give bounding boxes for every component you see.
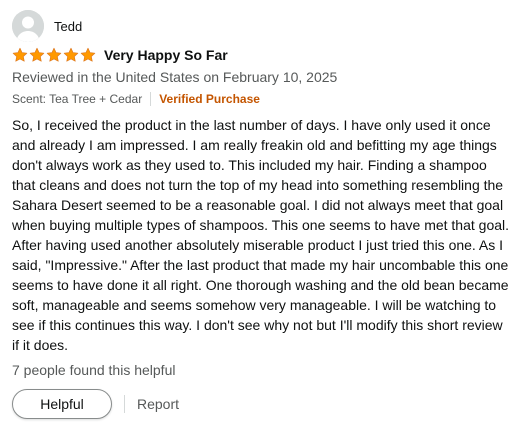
helpful-count: 7 people found this helpful	[12, 362, 176, 378]
default-user-avatar-icon	[12, 10, 44, 42]
review-header: Very Happy So Far	[12, 47, 228, 63]
star-icon	[12, 47, 28, 62]
star-icon	[29, 47, 45, 62]
avatar	[12, 10, 44, 42]
actions-divider	[124, 395, 125, 413]
variant-label[interactable]: Scent: Tea Tree + Cedar	[12, 92, 142, 106]
report-link[interactable]: Report	[137, 396, 179, 412]
customer-review: Tedd Very Happy So Far Reviewed in the U…	[0, 0, 520, 430]
verified-purchase-badge: Verified Purchase	[159, 92, 260, 106]
review-meta: Scent: Tea Tree + Cedar Verified Purchas…	[12, 92, 260, 106]
star-icon	[46, 47, 62, 62]
review-actions: Helpful Report	[12, 389, 179, 419]
star-rating[interactable]	[12, 47, 96, 63]
helpful-button[interactable]: Helpful	[12, 389, 112, 419]
reviewer-name[interactable]: Tedd	[54, 19, 82, 34]
meta-divider	[150, 92, 152, 106]
review-title[interactable]: Very Happy So Far	[104, 47, 228, 63]
reviewer-profile[interactable]: Tedd	[12, 10, 82, 42]
review-date: Reviewed in the United States on Februar…	[12, 69, 338, 85]
review-body: So, I received the product in the last n…	[12, 117, 510, 353]
star-icon	[80, 47, 96, 62]
star-icon	[63, 47, 79, 62]
